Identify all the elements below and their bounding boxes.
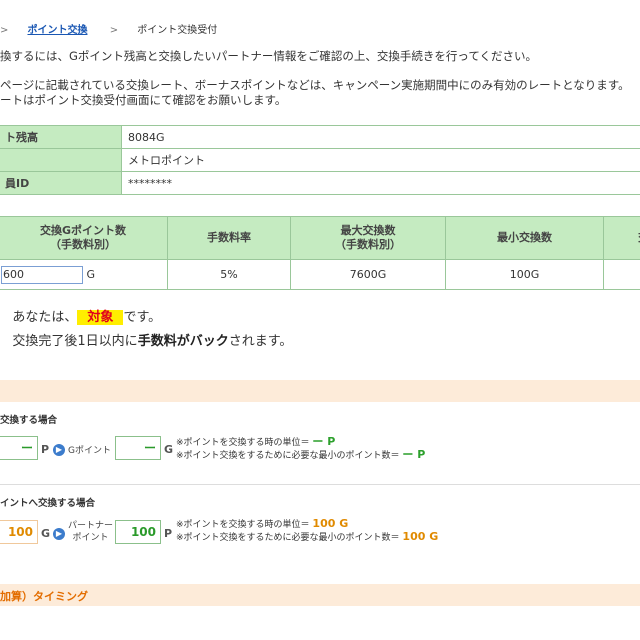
section2-right-input[interactable]: 100: [115, 520, 161, 544]
table-header-row: 交換Gポイント数 （手数料別） 手数料率 最大交換数 （手数料別） 最小交換数 …: [0, 216, 640, 260]
header-max: 最大交換数 （手数料別）: [290, 216, 446, 260]
section1-note1-value: ー P: [312, 435, 336, 448]
header-max-line2: （手数料別）: [335, 238, 401, 251]
extra-value: [603, 259, 640, 290]
section2-left-input[interactable]: 100: [0, 520, 38, 544]
arrow-right-icon: ▶: [53, 528, 65, 540]
max-value: 7600G: [290, 259, 446, 290]
cashback-bold: 手数料がバック: [137, 334, 229, 349]
arrow-right-icon: ▶: [53, 444, 65, 456]
amount-cell: 600 G: [0, 259, 168, 290]
exchange-table: 交換Gポイント数 （手数料別） 手数料率 最大交換数 （手数料別） 最小交換数 …: [0, 216, 640, 290]
section2-left-unit: G: [41, 527, 51, 540]
table-row: ト残高 8084G: [0, 125, 640, 149]
section2-note2-value: 100 G: [402, 530, 439, 543]
amount-unit: G: [86, 267, 96, 281]
section2-note1: ※ポイントを交換する時の単位＝ 100 G: [176, 518, 438, 531]
section1-note1-text: ※ポイントを交換する時の単位＝: [176, 438, 310, 448]
section1-notes: ※ポイントを交換する時の単位＝ ー P ※ポイント交換をするために必要な最小のポ…: [176, 436, 425, 462]
breadcrumb-link-point-exchange[interactable]: ポイント交換: [27, 25, 87, 36]
intro-text: 換するには、Gポイント残高と交換したいパートナー情報をご確認の上、交換手続きを行…: [0, 49, 537, 63]
notice-line-1: ページに記載されている交換レート、ボーナスポイントなどは、キャンペーン実施期間中…: [0, 78, 630, 92]
section1-note2-value: ー P: [402, 448, 426, 461]
section2-note2: ※ポイント交換をするために必要な最小のポイント数＝ 100 G: [176, 531, 438, 544]
cashback-post: されます。: [228, 334, 293, 349]
target-suffix: です。: [123, 310, 162, 325]
header-amount-line2: （手数料別）: [50, 238, 116, 251]
section-band: [0, 584, 640, 606]
header-fee-rate: 手数料率: [167, 216, 291, 260]
cashback-note: 交換完了後1日以内に手数料がバックされます。: [0, 330, 292, 349]
section2-mid-label-line1: パートナー: [68, 521, 114, 531]
section2-title: イントへ交換する場合: [0, 498, 96, 509]
breadcrumb-separator: >: [0, 25, 9, 36]
section1-note2: ※ポイント交換をするために必要な最小のポイント数＝ ー P: [176, 449, 425, 462]
breadcrumb: > ポイント交換 > ポイント交換受付: [0, 21, 217, 36]
breadcrumb-separator: >: [109, 25, 119, 36]
section2-note1-text: ※ポイントを交換する時の単位＝: [176, 520, 310, 530]
info-label: 員ID: [0, 171, 122, 195]
table-row: 員ID ********: [0, 171, 640, 195]
section2-note2-text: ※ポイント交換をするために必要な最小のポイント数＝: [176, 533, 400, 543]
header-amount-line1: 交換Gポイント数: [39, 224, 127, 237]
target-status: あなたは、 対象 です。: [0, 306, 161, 325]
header-amount: 交換Gポイント数 （手数料別）: [0, 216, 168, 260]
timing-title: 加算）タイミング: [0, 590, 88, 603]
info-label: [0, 148, 122, 172]
account-info-table: ト残高 8084G メトロポイント 員ID ********: [0, 125, 640, 195]
notice-text: ページに記載されている交換レート、ボーナスポイントなどは、キャンペーン実施期間中…: [0, 78, 630, 108]
info-value: 8084G: [121, 125, 640, 149]
section1-right-input[interactable]: ー: [115, 436, 161, 460]
cashback-pre: 交換完了後1日以内に: [12, 334, 138, 349]
notice-line-2: ートはポイント交換受付画面にて確認をお願いします。: [0, 93, 287, 107]
min-value: 100G: [445, 259, 604, 290]
table-row: 600 G 5% 7600G 100G: [0, 259, 640, 290]
section2-note1-value: 100 G: [312, 517, 349, 530]
fee-rate-value: 5%: [167, 259, 291, 290]
section1-left-input[interactable]: ー: [0, 436, 38, 460]
header-extra: 交: [603, 216, 640, 260]
header-max-line1: 最大交換数: [340, 224, 396, 237]
section-band: [0, 380, 640, 402]
section1-title: 交換する場合: [0, 415, 58, 426]
section2-mid-label: パートナー ポイント: [68, 520, 113, 544]
table-row: メトロポイント: [0, 148, 640, 172]
section2-right-unit: P: [164, 527, 173, 540]
section1-right-unit: G: [164, 443, 174, 456]
breadcrumb-current: ポイント交換受付: [137, 25, 218, 36]
target-prefix: あなたは、: [12, 310, 78, 325]
section2-mid-label-line2: ポイント: [72, 533, 109, 543]
info-label: ト残高: [0, 125, 122, 149]
section1-mid-label: Gポイント: [68, 446, 111, 456]
section2-notes: ※ポイントを交換する時の単位＝ 100 G ※ポイント交換をするために必要な最小…: [176, 518, 438, 544]
amount-input[interactable]: 600: [1, 265, 83, 284]
divider: [0, 484, 640, 485]
section1-note1: ※ポイントを交換する時の単位＝ ー P: [176, 436, 425, 449]
header-min: 最小交換数: [445, 216, 604, 260]
info-value: ********: [121, 171, 640, 195]
info-value: メトロポイント: [121, 148, 640, 172]
section1-note2-text: ※ポイント交換をするために必要な最小のポイント数＝: [176, 451, 400, 461]
section1-left-unit: P: [41, 443, 50, 456]
target-badge: 対象: [77, 310, 124, 325]
